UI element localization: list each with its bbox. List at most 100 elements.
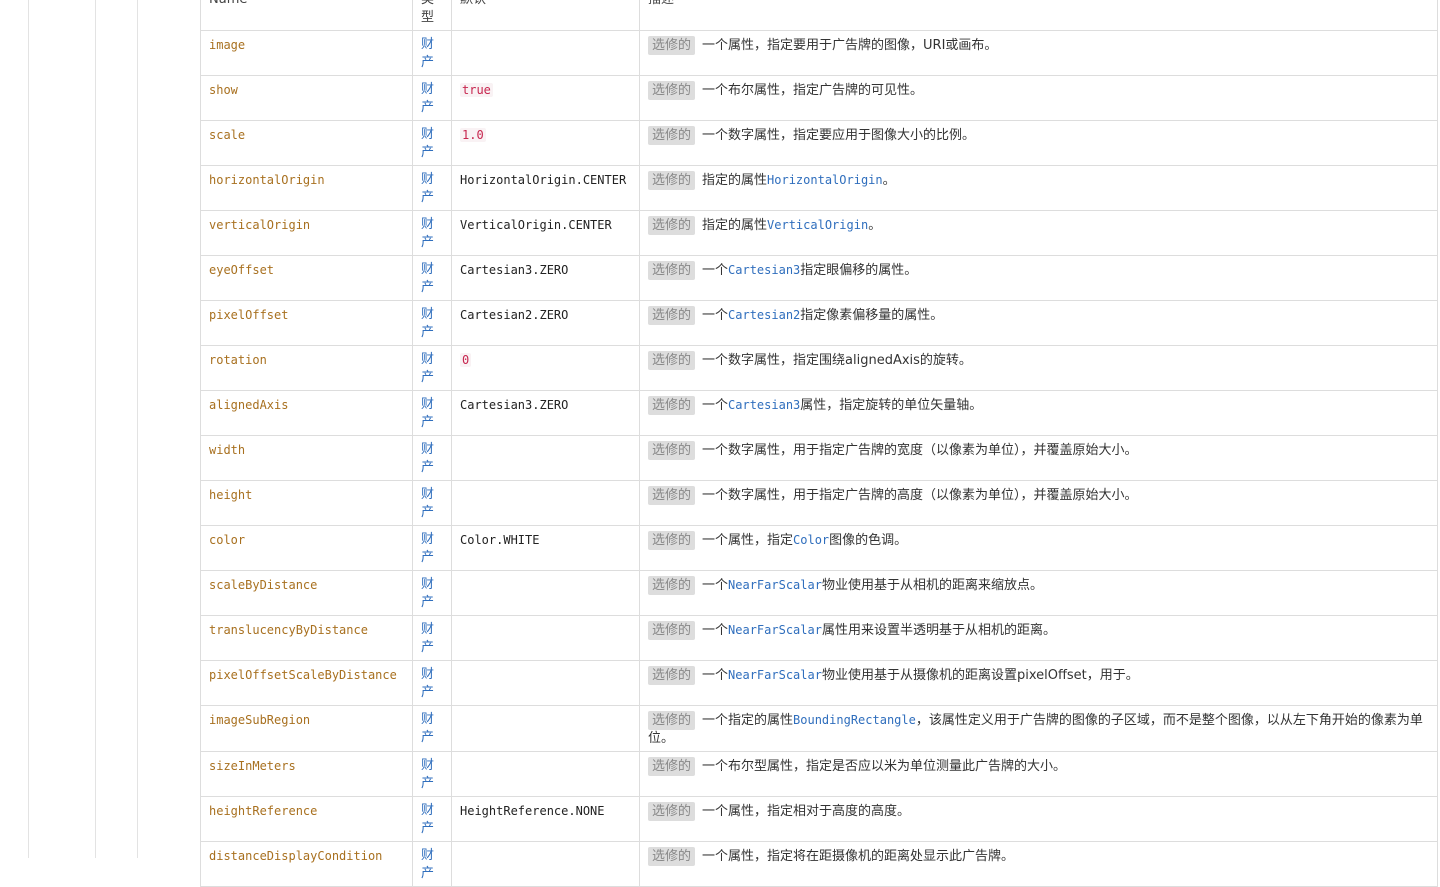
description-link[interactable]: NearFarScalar xyxy=(728,578,822,592)
param-default-cell: Color.WHITE xyxy=(451,525,640,571)
description-link[interactable]: NearFarScalar xyxy=(728,668,822,682)
description-text: 属性用来设置半透明基于从相机的距离。 xyxy=(821,623,1056,638)
description-link[interactable]: Color xyxy=(793,533,829,547)
description-text: 。 xyxy=(868,218,882,233)
param-type-cell: 财产 xyxy=(412,705,452,752)
param-name-cell: height xyxy=(200,480,413,526)
param-description-cell: 选修的 一个Cartesian3指定眼偏移的属性。 xyxy=(639,255,1438,301)
param-type-link[interactable]: 财产 xyxy=(421,667,434,700)
table-header-row: Name 类型 默认 描述 xyxy=(200,0,1438,31)
param-type-link[interactable]: 财产 xyxy=(421,622,434,655)
table-row: alignedAxis 财产 Cartesian3.ZERO 选修的 一个Cartesi… xyxy=(200,390,1438,436)
param-description-cell: 选修的 一个数字属性，用于指定广告牌的宽度（以像素为单位），并覆盖原始大小。 xyxy=(639,435,1438,481)
description-text: 一个布尔属性，指定广告牌的可见性。 xyxy=(702,83,924,98)
description-text: 图像的色调。 xyxy=(829,533,908,548)
optional-badge: 选修的 xyxy=(648,802,696,821)
default-value: Cartesian2.ZERO xyxy=(460,308,569,322)
param-type-cell: 财产 xyxy=(412,120,452,166)
param-name-cell: sizeInMeters xyxy=(200,751,413,797)
param-type-link[interactable]: 财产 xyxy=(421,262,434,295)
optional-badge: 选修的 xyxy=(648,396,696,415)
optional-badge: 选修的 xyxy=(648,261,696,280)
param-description-cell: 选修的 指定的属性HorizontalOrigin。 xyxy=(639,165,1438,211)
param-type-link[interactable]: 财产 xyxy=(421,577,434,610)
param-default-cell: HorizontalOrigin.CENTER xyxy=(451,165,640,211)
table-row: pixelOffset 财产 Cartesian2.ZERO 选修的 一个Cartesi… xyxy=(200,300,1438,346)
param-description-cell: 选修的 一个数字属性，指定要应用于图像大小的比例。 xyxy=(639,120,1438,166)
default-value: Color.WHITE xyxy=(460,533,540,547)
nav-divider xyxy=(28,0,29,858)
table-row: rotation 财产 0 选修的 一个数字属性，指定围绕alignedAxis的旋转。 xyxy=(200,345,1438,391)
param-name-cell: pixelOffsetScaleByDistance xyxy=(200,660,413,706)
description-link[interactable]: Cartesian3 xyxy=(728,398,800,412)
description-text: 一个数字属性，用于指定广告牌的高度（以像素为单位），并覆盖原始大小。 xyxy=(702,488,1138,503)
param-default-cell: VerticalOrigin.CENTER xyxy=(451,210,640,256)
param-name-cell: image xyxy=(200,30,413,76)
table-row: eyeOffset 财产 Cartesian3.ZERO 选修的 一个Cartesian… xyxy=(200,255,1438,301)
param-type-link[interactable]: 财产 xyxy=(421,127,434,160)
param-type-link[interactable]: 财产 xyxy=(421,307,434,340)
optional-badge: 选修的 xyxy=(648,666,696,685)
param-type-link[interactable]: 财产 xyxy=(421,217,434,250)
param-type-link[interactable]: 财产 xyxy=(421,532,434,565)
description-link[interactable]: Cartesian2 xyxy=(728,308,800,322)
column-header-default: 默认 xyxy=(451,0,640,31)
optional-badge: 选修的 xyxy=(648,441,696,460)
description-link[interactable]: HorizontalOrigin xyxy=(767,173,883,187)
param-type-cell: 财产 xyxy=(412,480,452,526)
param-description-cell: 选修的 一个数字属性，指定围绕alignedAxis的旋转。 xyxy=(639,345,1438,391)
description-link[interactable]: NearFarScalar xyxy=(728,623,822,637)
param-type-cell: 财产 xyxy=(412,345,452,391)
param-type-link[interactable]: 财产 xyxy=(421,82,434,115)
param-type-link[interactable]: 财产 xyxy=(421,758,434,791)
optional-badge: 选修的 xyxy=(648,621,696,640)
description-link[interactable]: Cartesian3 xyxy=(728,263,800,277)
optional-badge: 选修的 xyxy=(648,486,696,505)
param-name-cell: eyeOffset xyxy=(200,255,413,301)
param-type-link[interactable]: 财产 xyxy=(421,487,434,520)
param-type-link[interactable]: 财产 xyxy=(421,712,434,745)
param-type-link[interactable]: 财产 xyxy=(421,397,434,430)
param-default-cell: Cartesian3.ZERO xyxy=(451,255,640,301)
description-text: 一个 xyxy=(702,263,729,278)
param-default-cell: Cartesian2.ZERO xyxy=(451,300,640,346)
param-name-cell: heightReference xyxy=(200,796,413,842)
param-type-link[interactable]: 财产 xyxy=(421,352,434,385)
description-text: 物业使用基于从摄像机的距离设置pixelOffset，用于。 xyxy=(821,668,1139,683)
description-text: 指定眼偏移的属性。 xyxy=(800,263,918,278)
optional-badge: 选修的 xyxy=(648,306,696,325)
description-text: 。 xyxy=(882,173,896,188)
param-type-cell: 财产 xyxy=(412,165,452,211)
description-text: 指定的属性 xyxy=(702,173,768,188)
param-type-cell: 财产 xyxy=(412,75,452,121)
description-link[interactable]: VerticalOrigin xyxy=(767,218,868,232)
param-type-cell: 财产 xyxy=(412,390,452,436)
param-name-cell: width xyxy=(200,435,413,481)
param-description-cell: 选修的 一个NearFarScalar物业使用基于从摄像机的距离设置pixelOf… xyxy=(639,660,1438,706)
default-value: Cartesian3.ZERO xyxy=(460,398,569,412)
param-name: width xyxy=(209,443,246,457)
param-type-link[interactable]: 财产 xyxy=(421,848,434,881)
description-text: 一个 xyxy=(702,623,729,638)
description-link[interactable]: BoundingRectangle xyxy=(793,713,916,727)
column-header-name: Name xyxy=(200,0,413,31)
param-type-link[interactable]: 财产 xyxy=(421,442,434,475)
description-text: 一个 xyxy=(702,668,729,683)
param-default-cell: 0 xyxy=(451,345,640,391)
param-type-link[interactable]: 财产 xyxy=(421,37,434,70)
description-text: 一个属性，指定要用于广告牌的图像，URI或画布。 xyxy=(702,38,998,53)
description-text: 指定的属性 xyxy=(702,218,768,233)
description-text: 一个 xyxy=(702,308,729,323)
param-name-cell: color xyxy=(200,525,413,571)
param-description-cell: 选修的 一个指定的属性BoundingRectangle，该属性定义用于广告牌的图… xyxy=(639,705,1438,752)
table-row: imageSubRegion 财产 选修的 一个指定的属性BoundingRectan… xyxy=(200,705,1438,752)
param-default-cell xyxy=(451,30,640,76)
param-type-link[interactable]: 财产 xyxy=(421,172,434,205)
param-name-cell: distanceDisplayCondition xyxy=(200,841,413,887)
param-type-link[interactable]: 财产 xyxy=(421,803,434,836)
default-value: HorizontalOrigin.CENTER xyxy=(460,173,627,187)
param-description-cell: 选修的 一个数字属性，用于指定广告牌的高度（以像素为单位），并覆盖原始大小。 xyxy=(639,480,1438,526)
param-type-cell: 财产 xyxy=(412,525,452,571)
param-type-cell: 财产 xyxy=(412,30,452,76)
param-name-cell: pixelOffset xyxy=(200,300,413,346)
